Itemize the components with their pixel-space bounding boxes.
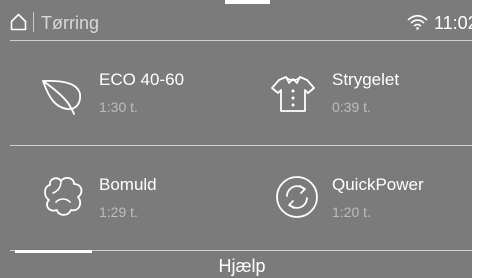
program-duration: 1:30 t. xyxy=(99,99,138,115)
program-duration: 1:20 t. xyxy=(332,204,371,220)
dryer-display: Tørring 11:02 ECO 40-60 1:30 t. Strygele… xyxy=(0,0,484,278)
status-bar-separator xyxy=(10,40,474,41)
screen-edge xyxy=(472,0,484,278)
help-button[interactable]: Hjælp xyxy=(10,254,474,278)
program-name: Bomuld xyxy=(99,175,157,194)
program-name: QuickPower xyxy=(332,175,424,194)
program-tile-strygelet[interactable]: Strygelet 0:39 t. xyxy=(242,44,474,144)
page-indicator xyxy=(15,250,92,253)
leaf-icon xyxy=(42,79,82,115)
cotton-icon xyxy=(44,177,83,216)
program-tile-eco-40-60[interactable]: ECO 40-60 1:30 t. xyxy=(10,44,242,144)
shirt-icon xyxy=(271,76,315,112)
quickpower-icon xyxy=(276,176,318,218)
program-name: Strygelet xyxy=(332,70,400,89)
program-tile-bomuld[interactable]: Bomuld 1:29 t. xyxy=(10,146,242,246)
program-name: ECO 40-60 xyxy=(99,70,185,89)
program-duration: 1:29 t. xyxy=(99,204,138,220)
program-tile-quickpower[interactable]: QuickPower 1:20 t. xyxy=(242,146,474,246)
status-bar-divider xyxy=(33,12,34,32)
program-duration: 0:39 t. xyxy=(332,99,371,115)
home-icon[interactable] xyxy=(10,13,27,31)
screen-title: Tørring xyxy=(41,13,99,33)
status-bar: Tørring 11:02 xyxy=(0,0,484,40)
wifi-icon xyxy=(407,14,428,30)
